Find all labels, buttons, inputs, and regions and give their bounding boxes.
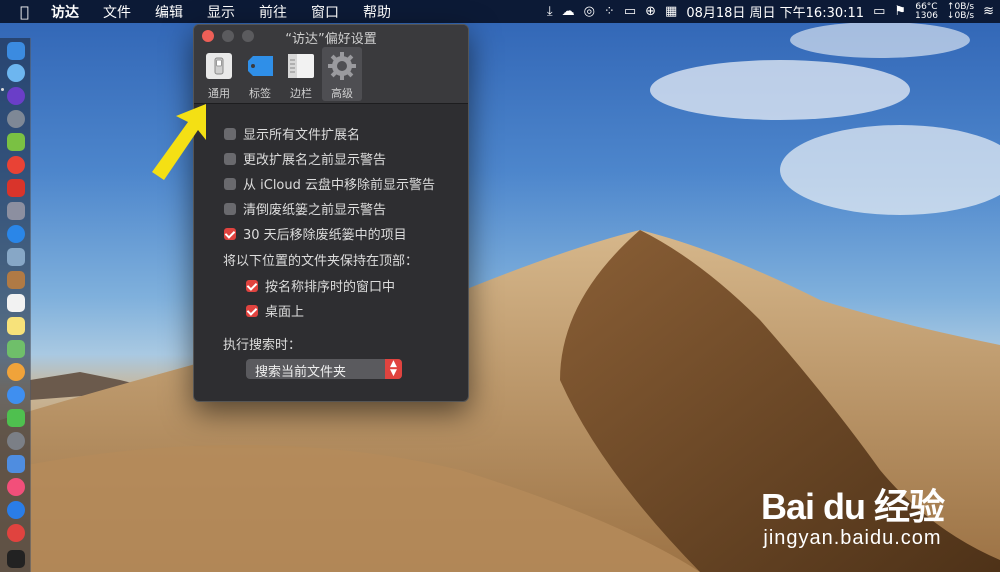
option-label: 从 iCloud 云盘中移除前显示警告 xyxy=(243,178,436,193)
net-down-text: ↓0B/s xyxy=(946,10,975,21)
window-title: “访达”偏好设置 xyxy=(285,32,377,47)
preview-icon[interactable] xyxy=(7,248,25,266)
checkbox[interactable] xyxy=(224,127,236,140)
option-label: 30 天后移除废纸篓中的项目 xyxy=(243,228,407,243)
menu-window[interactable]: 窗口 xyxy=(311,2,339,22)
running-indicator xyxy=(1,88,4,91)
option-folders-top-desktop[interactable]: 桌面上 xyxy=(246,301,304,320)
messages-icon[interactable] xyxy=(7,386,25,404)
globe-icon[interactable]: ⊕ xyxy=(645,4,656,19)
tab-advanced[interactable]: 高级 xyxy=(322,47,362,101)
battery-icon[interactable]: ▭ xyxy=(873,4,885,19)
system-preferences-icon[interactable] xyxy=(7,432,25,450)
option-label: 桌面上 xyxy=(265,305,305,320)
siri-icon[interactable] xyxy=(7,87,25,105)
dock xyxy=(0,38,31,572)
watermark-logo: Bai du 经验 xyxy=(760,486,945,527)
option-folders-top-windows[interactable]: 按名称排序时的窗口中 xyxy=(246,276,395,295)
checkbox-checked[interactable] xyxy=(246,279,258,292)
tab-sidebar-label: 边栏 xyxy=(290,87,312,100)
tab-advanced-label: 高级 xyxy=(331,87,353,100)
option-label: 清倒废纸篓之前显示警告 xyxy=(243,203,387,218)
safari-icon[interactable] xyxy=(7,225,25,243)
network-readout[interactable]: ↑0B/s ↓0B/s xyxy=(946,2,975,21)
tab-tags-label: 标签 xyxy=(249,87,271,100)
app-store-icon[interactable] xyxy=(7,501,25,519)
tab-sidebar[interactable]: 边栏 xyxy=(281,47,321,101)
option-warn-icloud-remove[interactable]: 从 iCloud 云盘中移除前显示警告 xyxy=(224,174,435,193)
vivaldi-icon[interactable] xyxy=(7,524,25,542)
sidebar-icon xyxy=(286,51,316,81)
general-switch-icon xyxy=(204,51,234,81)
checkbox[interactable] xyxy=(224,152,236,165)
checkbox[interactable] xyxy=(224,202,236,215)
menu-file[interactable]: 文件 xyxy=(103,2,131,22)
menu-help[interactable]: 帮助 xyxy=(363,2,391,22)
music-icon[interactable] xyxy=(7,478,25,496)
checkbox-checked[interactable] xyxy=(224,227,236,240)
display-icon[interactable]: ▭ xyxy=(624,4,636,19)
mindnode-icon[interactable]: ◎ xyxy=(584,4,595,19)
notes-icon[interactable] xyxy=(7,317,25,335)
folders-on-top-heading: 将以下位置的文件夹保持在顶部： xyxy=(223,254,419,269)
option-remove-trash-30-days[interactable]: 30 天后移除废纸篓中的项目 xyxy=(224,224,407,243)
menu-view[interactable]: 显示 xyxy=(207,2,235,22)
calendar-icon[interactable]: ▦ xyxy=(665,4,677,19)
checkbox[interactable] xyxy=(224,177,236,190)
option-label: 显示所有文件扩展名 xyxy=(243,128,361,143)
launchpad-icon[interactable] xyxy=(7,64,25,82)
chevron-updown-icon: ▲ ▼ xyxy=(385,359,402,379)
option-warn-empty-trash[interactable]: 清倒废纸篓之前显示警告 xyxy=(224,199,386,218)
finder-preferences-window: “访达”偏好设置 通用 标签 边栏 高级 显示所有文件扩展名 更改扩展名之前显示… xyxy=(193,24,469,402)
search-scope-select[interactable]: 搜索当前文件夹 ▲ ▼ xyxy=(246,359,402,380)
cpu-icon[interactable]: ⚑ xyxy=(894,4,906,19)
calendar-dock-icon[interactable] xyxy=(7,294,25,312)
menu-go[interactable]: 前往 xyxy=(259,2,287,22)
preferences-toolbar: 通用 标签 边栏 高级 xyxy=(194,47,468,104)
menu-edit[interactable]: 编辑 xyxy=(155,2,183,22)
ghost-icon[interactable]: ☁ xyxy=(562,4,575,19)
title-bar[interactable]: “访达”偏好设置 xyxy=(194,25,468,47)
android-icon[interactable] xyxy=(7,133,25,151)
notebook-icon[interactable] xyxy=(7,271,25,289)
tab-general[interactable]: 通用 xyxy=(199,47,239,101)
photos-icon[interactable] xyxy=(7,363,25,381)
option-warn-extension-change[interactable]: 更改扩展名之前显示警告 xyxy=(224,149,386,168)
facetime-icon[interactable] xyxy=(7,409,25,427)
wifi-icon[interactable]: ≋ xyxy=(983,4,994,19)
maps-icon[interactable] xyxy=(7,340,25,358)
calculator-icon[interactable] xyxy=(7,202,25,220)
checkbox-checked[interactable] xyxy=(246,304,258,317)
rocket-icon[interactable] xyxy=(7,110,25,128)
option-label: 按名称排序时的窗口中 xyxy=(265,280,396,295)
menu-finder[interactable]: 访达 xyxy=(51,2,79,22)
fan-text: 1306 xyxy=(915,10,938,21)
apple-logo-icon[interactable]:  xyxy=(20,3,29,21)
yellow-arrow-annotation xyxy=(152,104,206,180)
app-red-icon[interactable] xyxy=(7,179,25,197)
search-heading: 执行搜索时： xyxy=(223,338,302,353)
baidu-jingyan-watermark: Bai du 经验 jingyan.baidu.com xyxy=(760,486,945,550)
option-label: 更改扩展名之前显示警告 xyxy=(243,153,387,168)
datetime-text[interactable]: 08月18日 周日 下午16:30:11 xyxy=(686,2,864,21)
tab-tags[interactable]: 标签 xyxy=(240,47,280,101)
dots-icon[interactable]: ⁘ xyxy=(604,4,615,19)
terminal-icon[interactable] xyxy=(7,550,25,568)
gear-icon xyxy=(327,51,357,81)
option-show-extensions[interactable]: 显示所有文件扩展名 xyxy=(224,124,360,143)
watermark-url: jingyan.baidu.com xyxy=(763,527,942,549)
menu-bar:  访达 文件 编辑 显示 前往 窗口 帮助 ⤓ ☁ ◎ ⁘ ▭ ⊕ ▦ 08月… xyxy=(0,0,1000,23)
search-scope-value: 搜索当前文件夹 xyxy=(255,365,347,380)
tag-icon xyxy=(245,51,275,81)
temp-fan-readout[interactable]: 66°C 1306 xyxy=(915,2,938,21)
finder-icon[interactable] xyxy=(7,42,25,60)
chrome-icon[interactable] xyxy=(7,156,25,174)
download-icon[interactable]: ⤓ xyxy=(547,4,553,19)
keynote-icon[interactable] xyxy=(7,455,25,473)
